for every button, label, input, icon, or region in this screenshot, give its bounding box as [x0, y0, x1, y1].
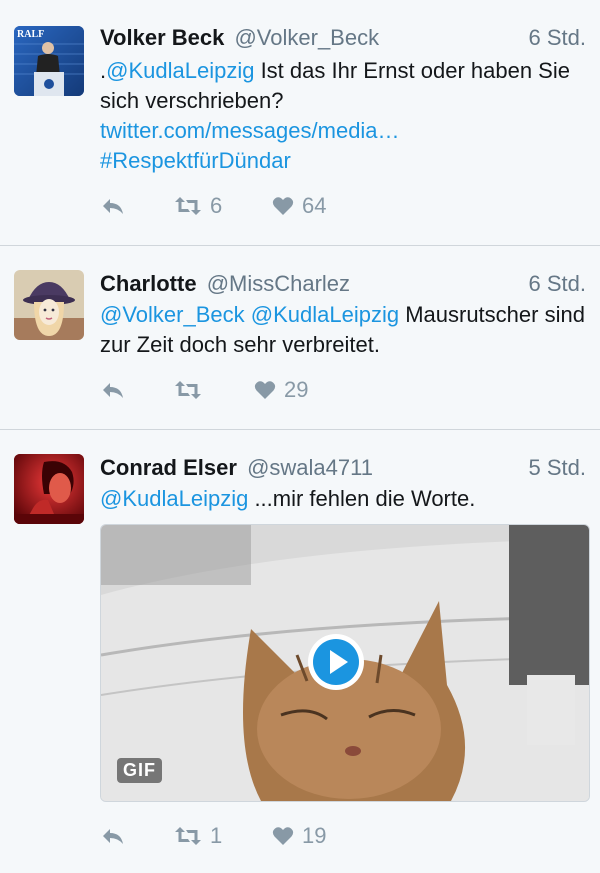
tweet[interactable]: Conrad Elser @swala4711 5 Std. @KudlaLei… [0, 430, 600, 873]
avatar-image [14, 270, 84, 340]
like-button[interactable]: 19 [272, 821, 326, 851]
like-count: 19 [302, 823, 327, 848]
play-icon[interactable] [307, 633, 365, 691]
retweet-count: 1 [210, 823, 223, 848]
user-handle[interactable]: @Volker_Beck [234, 25, 379, 50]
like-button[interactable]: 29 [254, 375, 308, 405]
tweet-text: @KudlaLeipzig ...mir fehlen die Worte. [100, 484, 586, 514]
reply-icon [103, 199, 123, 214]
avatar[interactable]: RALF [14, 26, 84, 96]
retweet-button[interactable]: 1 [174, 821, 222, 851]
avatar-image: RALF [14, 26, 84, 96]
url-link[interactable]: twitter.com/messages/media… [100, 118, 400, 143]
gif-badge: GIF [117, 758, 162, 783]
tweet-text: .@KudlaLeipzig Ist das Ihr Ernst oder ha… [100, 56, 586, 176]
timestamp[interactable]: 6 Std. [529, 24, 586, 52]
tweet[interactable]: Charlotte @MissCharlez 6 Std. @Volker_Be… [0, 246, 600, 430]
mention-link[interactable]: @KudlaLeipzig [251, 302, 399, 327]
mention-link[interactable]: @KudlaLeipzig [106, 58, 254, 83]
like-count: 29 [284, 377, 309, 402]
avatar-caption: RALF [17, 29, 44, 40]
tweet-text: @Volker_Beck @KudlaLeipzig Mausrutscher … [100, 300, 586, 360]
user-handle[interactable]: @MissCharlez [207, 271, 350, 296]
reply-icon [103, 829, 123, 844]
reply-button[interactable] [100, 375, 126, 405]
tweet[interactable]: RALF Volker Beck @Volker_Beck 6 Std. .@K… [0, 0, 600, 246]
text-body: ...mir fehlen die Worte. [248, 486, 476, 511]
like-icon [254, 381, 276, 399]
user-handle[interactable]: @swala4711 [247, 455, 373, 480]
tweet-header: Volker Beck @Volker_Beck 6 Std. [100, 24, 586, 52]
gif-media[interactable]: GIF [100, 524, 590, 802]
timestamp[interactable]: 6 Std. [529, 270, 586, 298]
user-name[interactable]: Charlotte [100, 271, 197, 296]
user-name[interactable]: Volker Beck [100, 25, 224, 50]
avatar-image [14, 454, 84, 524]
retweet-button[interactable] [174, 375, 210, 405]
retweet-icon [175, 197, 201, 215]
retweet-icon [175, 381, 201, 399]
like-count: 64 [302, 193, 327, 218]
user-name[interactable]: Conrad Elser [100, 455, 237, 480]
retweet-icon [175, 827, 201, 845]
like-icon [272, 197, 294, 215]
timestamp[interactable]: 5 Std. [529, 454, 586, 482]
mention-link[interactable]: @KudlaLeipzig [100, 486, 248, 511]
mention-link[interactable]: @Volker_Beck [100, 302, 245, 327]
reply-button[interactable] [100, 821, 126, 851]
retweet-count: 6 [210, 193, 223, 218]
avatar[interactable] [14, 454, 84, 524]
reply-button[interactable] [100, 191, 126, 221]
reply-icon [103, 383, 123, 398]
avatar[interactable] [14, 270, 84, 340]
tweet-header: Charlotte @MissCharlez 6 Std. [100, 270, 586, 298]
like-icon [272, 827, 294, 845]
hashtag-link[interactable]: #RespektfürDündar [100, 148, 291, 173]
tweet-header: Conrad Elser @swala4711 5 Std. [100, 454, 586, 482]
retweet-button[interactable]: 6 [174, 191, 222, 221]
like-button[interactable]: 64 [272, 191, 326, 221]
